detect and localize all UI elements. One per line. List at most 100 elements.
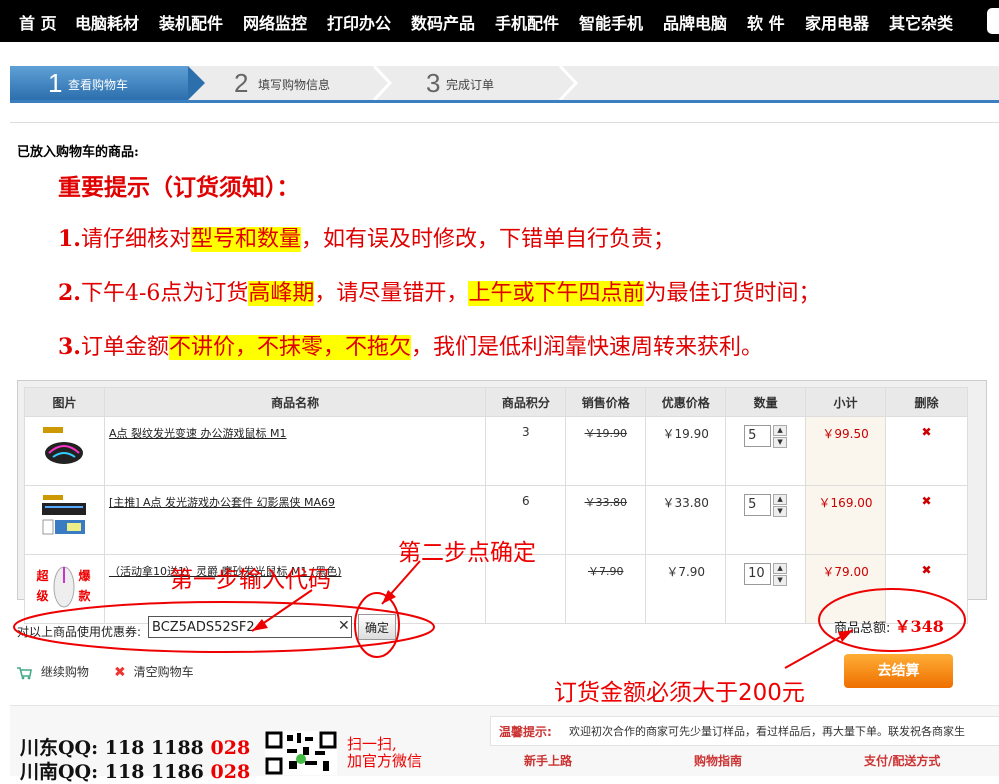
- checkout-button[interactable]: 去结算: [844, 654, 953, 688]
- product-subtotal: ￥99.50: [805, 416, 887, 486]
- clear-cart-link[interactable]: ✖ 清空购物车: [114, 663, 194, 681]
- promo-badge-text: 款: [78, 589, 91, 603]
- tip-text: 欢迎初次合作的商家可先少量订样品，看过样品后，再大量下单。联发祝各商家生: [569, 725, 965, 738]
- step-view-cart: 1 查看购物车: [10, 66, 188, 100]
- keyboard-set-product-image: [42, 495, 87, 535]
- step-arrow: [188, 66, 205, 100]
- step-separator: [558, 66, 579, 100]
- promo-badge-text: 爆: [78, 569, 91, 583]
- quantity-stepper[interactable]: ▲ ▼: [773, 425, 788, 448]
- notice-title: 重要提示（订货须知）：: [58, 175, 300, 201]
- col-delete: 删除: [885, 387, 968, 417]
- col-name: 商品名称: [103, 387, 487, 417]
- notice-highlight: 型号和数量: [190, 227, 301, 252]
- total-label: 商品总额:: [834, 621, 891, 636]
- nav-phone-accessories[interactable]: 手机配件: [495, 10, 559, 34]
- continue-shopping-link[interactable]: 继续购物: [16, 663, 89, 680]
- stepper-up-icon[interactable]: ▲: [773, 425, 788, 436]
- step-label: 查看购物车: [68, 78, 129, 92]
- product-orig-price: ￥7.90: [565, 554, 647, 624]
- qq-number[interactable]: 118 1186: [105, 761, 211, 783]
- stepper-down-icon[interactable]: ▼: [773, 575, 788, 586]
- col-points: 商品积分: [485, 387, 567, 417]
- notice-num: 1.: [58, 226, 81, 252]
- nav-software[interactable]: 软 件: [747, 10, 785, 34]
- footer-link-guide[interactable]: 购物指南: [694, 752, 742, 769]
- product-link[interactable]: A点 裂纹发光变速 办公游戏鼠标 M1: [109, 427, 287, 440]
- product-link[interactable]: [主推] A点 发光游戏办公套件 幻影黑侠 MA69: [109, 496, 335, 509]
- product-thumb[interactable]: [24, 485, 105, 555]
- qq-east: 川东QQ: 118 1188 028: [20, 733, 250, 760]
- clear-input-icon[interactable]: ✕: [338, 618, 350, 634]
- quantity-cell: 5 ▲ ▼: [725, 485, 807, 555]
- notice-text: 订单金额: [80, 335, 169, 360]
- product-thumb[interactable]: 超 爆 级 款: [24, 554, 105, 624]
- notice-text: 请仔细核对: [80, 227, 191, 252]
- annotation-min-amount: 订货金额必须大于200元: [554, 680, 805, 706]
- table-header-row: 图片 商品名称 商品积分 销售价格 优惠价格 数量 小计 删除: [24, 387, 968, 417]
- annotation-step1: 第一步输入代码: [170, 567, 331, 593]
- promo-mouse-image: 超 爆 级 款: [36, 563, 92, 609]
- nav-brand-pc[interactable]: 品牌电脑: [663, 10, 727, 34]
- stepper-down-icon[interactable]: ▼: [773, 437, 788, 448]
- product-thumb[interactable]: [24, 416, 105, 486]
- qq-number[interactable]: 118 1188: [105, 737, 211, 759]
- nav-smartphones[interactable]: 智能手机: [579, 10, 643, 34]
- nav-home[interactable]: 首 页: [19, 10, 57, 34]
- notice-line-2: 2.下午4-6点为订货高峰期，请尽量错开，上午或下午四点前为最佳订货时间；: [58, 275, 820, 307]
- delete-icon[interactable]: ✖: [921, 563, 931, 577]
- mouse-icon: [53, 566, 75, 608]
- promo-badge-text: 超: [36, 569, 49, 583]
- nav-misc[interactable]: 其它杂类: [889, 10, 953, 34]
- table-row: A点 裂纹发光变速 办公游戏鼠标 M1 3 ￥19.90 ￥19.90 5 ▲ ▼ …: [24, 416, 968, 486]
- wechat-follow-text: 加官方微信: [347, 752, 423, 770]
- continue-shopping-label: 继续购物: [40, 665, 89, 679]
- notice-line-3: 3.订单金额不讲价，不抹零，不拖欠，我们是低利润靠快速周转来获利。: [58, 329, 763, 361]
- col-discount-price: 优惠价格: [645, 387, 727, 417]
- quantity-stepper[interactable]: ▲ ▼: [773, 563, 788, 586]
- delete-cell: ✖: [885, 416, 968, 486]
- delete-icon[interactable]: ✖: [921, 494, 931, 508]
- quantity-input[interactable]: 5: [744, 425, 772, 447]
- quantity-stepper[interactable]: ▲ ▼: [773, 494, 788, 517]
- nav-print-office[interactable]: 打印办公: [327, 10, 391, 34]
- nav-computer-supplies[interactable]: 电脑耗材: [75, 10, 139, 34]
- nav-digital[interactable]: 数码产品: [411, 10, 475, 34]
- notice-text: 为最佳订货时间；: [644, 281, 821, 306]
- notice-num: 2.: [58, 280, 81, 306]
- notice-highlight: 不讲价，不抹零，不拖欠: [168, 335, 411, 360]
- stepper-up-icon[interactable]: ▲: [773, 563, 788, 574]
- quantity-cell: 5 ▲ ▼: [725, 416, 807, 486]
- annotation-step2: 第二步点确定: [398, 540, 536, 566]
- notice-text: 下午4-6点为订货: [80, 281, 249, 306]
- step-label: 完成订单: [446, 78, 495, 92]
- nav-pc-parts[interactable]: 装机配件: [159, 10, 223, 34]
- col-quantity: 数量: [725, 387, 807, 417]
- nav-endcap: [987, 8, 999, 34]
- nav-network-monitoring[interactable]: 网络监控: [243, 10, 307, 34]
- nav-appliances[interactable]: 家用电器: [805, 10, 869, 34]
- quantity-input[interactable]: 10: [744, 563, 772, 585]
- delete-icon[interactable]: ✖: [921, 425, 931, 439]
- top-nav: 首 页 电脑耗材 装机配件 网络监控 打印办公 数码产品 手机配件 智能手机 品…: [0, 0, 999, 42]
- notice-text: ，请尽量错开，: [314, 281, 469, 306]
- stepper-up-icon[interactable]: ▲: [773, 494, 788, 505]
- qq-south: 川南QQ: 118 1186 028: [20, 757, 250, 784]
- footer-link-payment[interactable]: 支付/配送方式: [864, 752, 940, 769]
- footer-link-newbie[interactable]: 新手上路: [524, 752, 572, 769]
- step-label: 填写购物信息: [258, 78, 331, 92]
- step-number: 1: [48, 68, 63, 98]
- coupon-confirm-button[interactable]: 确定: [358, 614, 396, 640]
- coupon-input[interactable]: BCZ5ADS52SF2: [148, 616, 352, 638]
- quantity-cell: 10 ▲ ▼: [725, 554, 807, 624]
- step-number: 3: [426, 68, 441, 98]
- step-underline: [10, 100, 999, 103]
- delete-cell: ✖: [885, 485, 968, 555]
- notice-highlight: 高峰期: [248, 281, 315, 306]
- step-number: 2: [234, 68, 249, 98]
- qq-number-suffix: 028: [210, 737, 251, 759]
- product-subtotal: ￥169.00: [805, 485, 887, 555]
- stepper-down-icon[interactable]: ▼: [773, 506, 788, 517]
- col-sale-price: 销售价格: [565, 387, 647, 417]
- quantity-input[interactable]: 5: [744, 494, 772, 516]
